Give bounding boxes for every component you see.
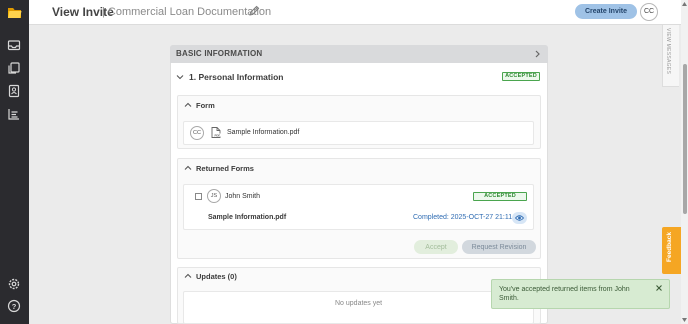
- section-status-badge: ACCEPTED: [502, 72, 540, 81]
- view-messages-label[interactable]: VIEW MESSAGES: [665, 28, 671, 74]
- accept-button[interactable]: Accept: [414, 240, 458, 254]
- returned-file-name[interactable]: Sample Information.pdf: [208, 214, 286, 221]
- copy-icon[interactable]: [7, 61, 21, 75]
- no-updates-text: No updates yet: [335, 300, 383, 307]
- svg-text:?: ?: [12, 302, 17, 311]
- basic-information-label: BASIC INFORMATION: [176, 49, 263, 58]
- left-sidebar: ?: [0, 0, 29, 324]
- chevron-right-icon[interactable]: [534, 50, 541, 58]
- completed-timestamp[interactable]: Completed: 2025-OCT-27 21:11: [413, 214, 512, 221]
- contacts-icon[interactable]: [7, 84, 21, 98]
- request-revision-button[interactable]: Request Revision: [462, 240, 536, 254]
- returned-forms-title[interactable]: Returned Forms: [196, 164, 254, 173]
- form-file-name[interactable]: Sample Information.pdf: [227, 129, 299, 136]
- chevron-up-icon[interactable]: [184, 102, 192, 108]
- chevron-down-icon[interactable]: [176, 74, 184, 80]
- inbox-icon[interactable]: [7, 38, 21, 52]
- feedback-label[interactable]: Feedback: [666, 232, 673, 262]
- create-invite-button[interactable]: Create Invite: [575, 4, 637, 19]
- returned-user-avatar: JS: [207, 189, 221, 203]
- svg-text:PDF: PDF: [214, 133, 220, 137]
- toast-message: You've accepted returned items from John…: [499, 286, 630, 302]
- user-avatar[interactable]: CC: [640, 3, 658, 21]
- form-owner-avatar: CC: [190, 126, 204, 140]
- pdf-file-icon: PDF: [211, 127, 221, 138]
- returned-status-badge: ACCEPTED: [473, 192, 527, 201]
- scroll-down-icon[interactable]: [682, 318, 687, 322]
- pencil-icon[interactable]: [248, 5, 260, 17]
- scroll-up-icon[interactable]: [682, 2, 687, 6]
- returned-form-row: [183, 184, 534, 230]
- page-subtitle: | Commercial Loan Documentation: [102, 6, 272, 18]
- personal-information-title[interactable]: 1. Personal Information: [189, 72, 283, 82]
- close-icon[interactable]: [655, 284, 663, 292]
- logo-folder-icon[interactable]: [6, 4, 23, 21]
- settings-icon[interactable]: [7, 277, 21, 291]
- scrollbar-thumb[interactable]: [683, 64, 687, 214]
- chevron-up-icon[interactable]: [184, 273, 192, 279]
- updates-list: [183, 291, 534, 324]
- eye-icon[interactable]: [515, 214, 524, 222]
- form-title[interactable]: Form: [196, 101, 215, 110]
- returned-form-checkbox[interactable]: [195, 193, 202, 200]
- reports-icon[interactable]: [7, 107, 21, 121]
- updates-title[interactable]: Updates (0): [196, 272, 237, 281]
- returned-user-name: John Smith: [225, 193, 261, 200]
- chevron-up-icon[interactable]: [184, 165, 192, 171]
- help-icon[interactable]: ?: [7, 299, 21, 313]
